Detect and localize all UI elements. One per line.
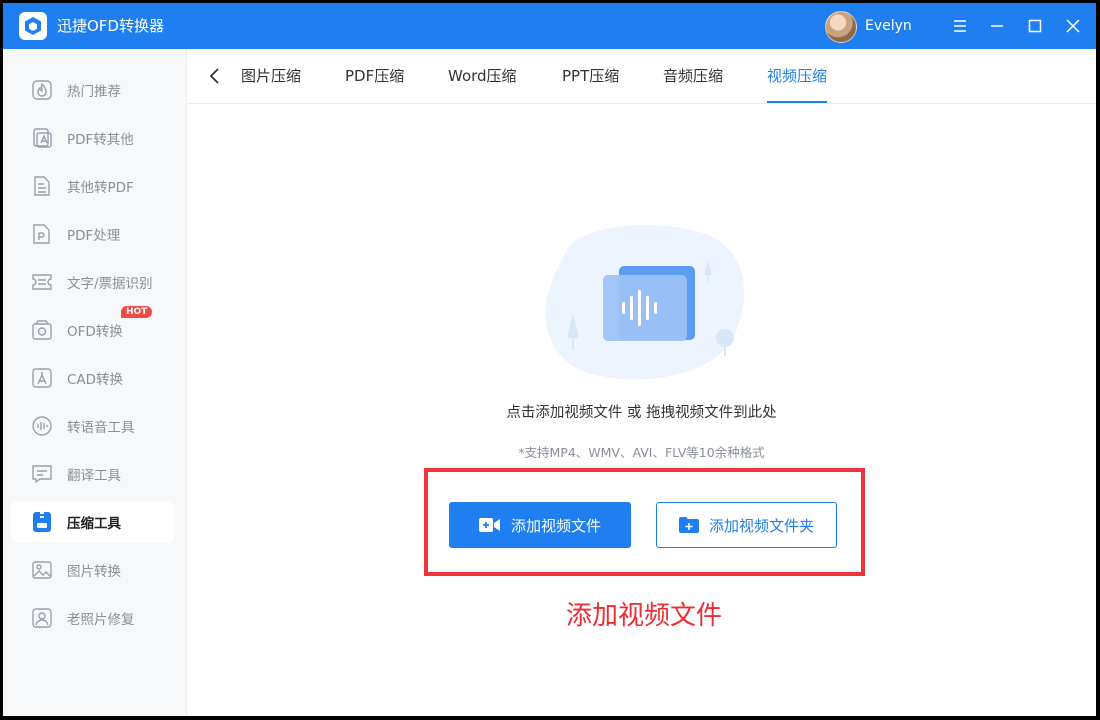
add-video-folder-button[interactable]: 添加视频文件夹	[656, 502, 837, 548]
pdf-convert-icon	[33, 128, 52, 148]
sidebar-item-voice[interactable]: 转语音工具	[11, 405, 174, 447]
sidebar-item-label: 老照片修复	[67, 612, 135, 628]
image-convert-icon	[32, 561, 52, 579]
menu-icon[interactable]	[947, 13, 973, 39]
tab-video-compress[interactable]: 视频压缩	[767, 49, 828, 103]
sidebar-item-label: PDF处理	[67, 228, 121, 244]
sidebar-item-label: OFD转换	[67, 324, 123, 340]
app-window: 迅捷OFD转换器 Evelyn 热门推荐 PDF转其他 其他转PDF PDF处理…	[3, 3, 1096, 716]
voice-icon	[32, 416, 52, 436]
ofd-icon	[32, 320, 52, 340]
to-pdf-icon	[34, 176, 50, 196]
supported-formats: *支持MP4、WMV、AVI、FLV等10余种格式	[518, 445, 765, 460]
user-avatar[interactable]	[825, 11, 857, 43]
sidebar-item-photo-repair[interactable]: 老照片修复	[11, 597, 174, 639]
add-video-folder-label: 添加视频文件夹	[708, 516, 814, 535]
tab-image-compress[interactable]: 图片压缩	[241, 49, 301, 103]
add-video-file-label: 添加视频文件	[510, 516, 601, 535]
tab-word-compress[interactable]: Word压缩	[448, 49, 517, 103]
sidebar: 热门推荐 PDF转其他 其他转PDF PDF处理 文字/票据识别 OFD转换 H…	[3, 49, 187, 716]
title-bar: 迅捷OFD转换器 Evelyn	[3, 3, 1096, 49]
back-arrow-icon[interactable]	[205, 65, 225, 87]
close-icon[interactable]	[1060, 13, 1086, 39]
sidebar-item-image-convert[interactable]: 图片转换	[11, 549, 174, 591]
sidebar-item-pdf-process[interactable]: PDF处理	[11, 213, 174, 255]
sidebar-item-label: 其他转PDF	[67, 180, 134, 196]
sidebar-item-label: CAD转换	[67, 372, 124, 388]
sidebar-item-label: 文字/票据识别	[67, 276, 153, 292]
maximize-icon[interactable]	[1022, 13, 1048, 39]
app-logo-icon	[19, 12, 47, 40]
ocr-icon	[32, 274, 52, 290]
sidebar-item-cad[interactable]: CAD转换	[11, 357, 174, 399]
sidebar-item-other-to-pdf[interactable]: 其他转PDF	[11, 165, 174, 207]
pdf-process-icon	[33, 224, 50, 244]
translate-icon	[32, 465, 52, 484]
sidebar-item-ocr[interactable]: 文字/票据识别	[11, 261, 174, 303]
video-dropzone-illustration[interactable]	[533, 218, 753, 388]
folder-add-icon	[678, 517, 699, 533]
tab-bar: 图片压缩 PDF压缩 Word压缩 PPT压缩 音频压缩 视频压缩	[187, 49, 1096, 104]
compress-icon	[33, 512, 51, 532]
sidebar-item-ofd[interactable]: OFD转换 HOT	[11, 306, 174, 351]
sidebar-item-translate[interactable]: 翻译工具	[11, 453, 174, 495]
video-camera-icon	[478, 518, 500, 532]
sidebar-item-label: 压缩工具	[67, 516, 121, 532]
app-title: 迅捷OFD转换器	[57, 17, 164, 35]
sidebar-item-label: 转语音工具	[67, 420, 135, 436]
photo-repair-icon	[32, 608, 52, 628]
minimize-icon[interactable]	[984, 13, 1010, 39]
add-video-file-button[interactable]: 添加视频文件	[449, 502, 631, 548]
sidebar-item-label: PDF转其他	[67, 132, 134, 148]
cad-icon	[32, 368, 52, 388]
drop-hint: 点击添加视频文件 或 拖拽视频文件到此处	[506, 405, 777, 421]
tab-pdf-compress[interactable]: PDF压缩	[345, 49, 404, 103]
user-name[interactable]: Evelyn	[865, 3, 912, 49]
hot-badge: HOT	[121, 306, 153, 318]
tab-audio-compress[interactable]: 音频压缩	[663, 49, 723, 103]
annotation-caption: 添加视频文件	[566, 601, 723, 631]
hot-recommend-icon	[32, 80, 52, 100]
sidebar-item-label: 翻译工具	[67, 468, 121, 484]
sidebar-item-pdf-to-other[interactable]: PDF转其他	[11, 117, 174, 159]
sidebar-item-hot-recommend[interactable]: 热门推荐	[11, 69, 174, 111]
sidebar-item-compress[interactable]: 压缩工具	[11, 501, 174, 543]
sidebar-item-label: 热门推荐	[67, 84, 121, 100]
tab-ppt-compress[interactable]: PPT压缩	[562, 49, 619, 103]
sidebar-item-label: 图片转换	[67, 564, 121, 580]
